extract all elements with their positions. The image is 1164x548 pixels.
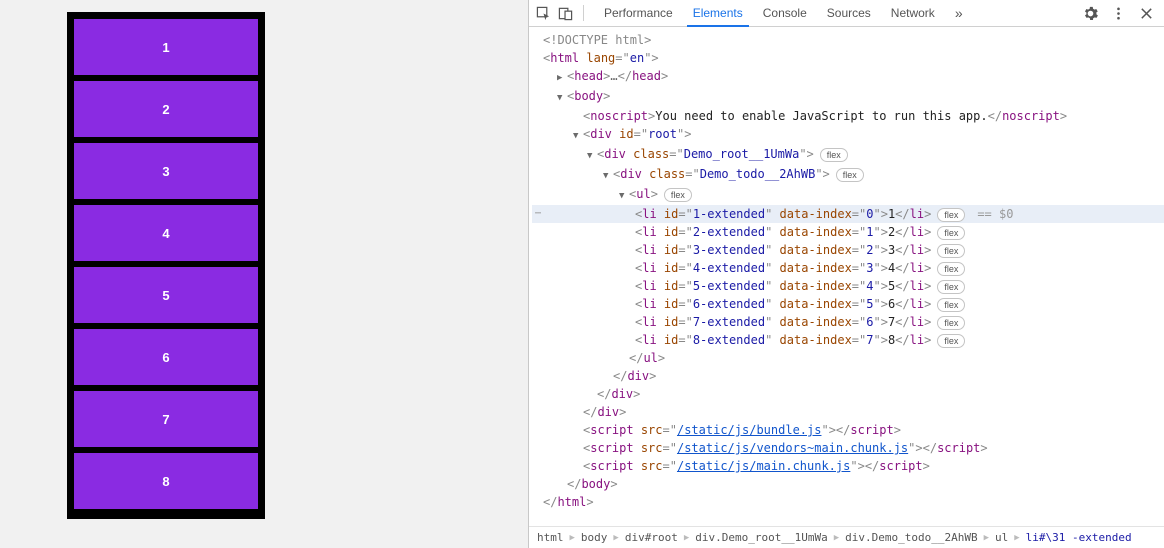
dom-html-open[interactable]: <html lang="en"> (533, 49, 1164, 67)
dom-script[interactable]: <script src="/static/js/bundle.js"></scr… (533, 421, 1164, 439)
dom-body-open[interactable]: <body> (533, 87, 1164, 107)
dom-li[interactable]: ⋯<li id="1-extended" data-index="0">1</l… (533, 205, 1164, 223)
devtools-toolbar: Performance Elements Console Sources Net… (529, 0, 1164, 27)
crumb[interactable]: div.Demo_root__1UmWa (695, 531, 827, 544)
dom-demo-todo[interactable]: <div class="Demo_todo__2AhWB">flex (533, 165, 1164, 185)
dom-div-close[interactable]: </div> (533, 385, 1164, 403)
dom-div-close[interactable]: </div> (533, 403, 1164, 421)
tab-network[interactable]: Network (881, 0, 945, 26)
chevron-right-icon: ▶ (684, 533, 689, 543)
dom-head[interactable]: <head>…</head> (533, 67, 1164, 87)
flex-pill: flex (937, 226, 965, 240)
crumb[interactable]: body (581, 531, 608, 544)
toggle-icon[interactable] (557, 67, 567, 87)
flex-pill: flex (937, 280, 965, 294)
row-actions-icon[interactable]: ⋯ (532, 205, 544, 223)
toolbar-right-icons (1082, 5, 1158, 21)
tab-console[interactable]: Console (753, 0, 817, 26)
dom-script[interactable]: <script src="/static/js/vendors~main.chu… (533, 439, 1164, 457)
crumb[interactable]: div#root (625, 531, 678, 544)
dom-li[interactable]: <li id="2-extended" data-index="1">2</li… (533, 223, 1164, 241)
todo-item[interactable]: 3 (74, 143, 258, 199)
chevron-right-icon: ▶ (613, 533, 618, 543)
dom-li[interactable]: <li id="3-extended" data-index="2">3</li… (533, 241, 1164, 259)
crumb[interactable]: div.Demo_todo__2AhWB (845, 531, 977, 544)
elements-tree[interactable]: <!DOCTYPE html> <html lang="en"> <head>…… (529, 27, 1164, 526)
todo-item[interactable]: 8 (74, 453, 258, 509)
dom-li[interactable]: <li id="7-extended" data-index="6">7</li… (533, 313, 1164, 331)
dom-root-div[interactable]: <div id="root"> (533, 125, 1164, 145)
selected-node-hint: == $0 (977, 207, 1013, 221)
toggle-icon[interactable] (557, 87, 567, 107)
flex-pill: flex (937, 298, 965, 312)
dom-li[interactable]: <li id="6-extended" data-index="5">6</li… (533, 295, 1164, 313)
tab-more[interactable]: » (945, 0, 973, 26)
flex-pill: flex (937, 262, 965, 276)
todo-list: 1 2 3 4 5 6 7 8 (67, 12, 265, 519)
chevron-right-icon: ▶ (834, 533, 839, 543)
gear-icon[interactable] (1082, 5, 1098, 21)
todo-item[interactable]: 4 (74, 205, 258, 261)
crumb[interactable]: ul (995, 531, 1008, 544)
flex-pill: flex (664, 188, 692, 202)
close-icon[interactable] (1138, 5, 1154, 21)
toggle-icon[interactable] (573, 125, 583, 145)
dom-body-close[interactable]: </body> (533, 475, 1164, 493)
flex-pill: flex (937, 244, 965, 258)
tab-elements[interactable]: Elements (683, 0, 753, 26)
elements-breadcrumb[interactable]: html ▶ body ▶ div#root ▶ div.Demo_root__… (529, 526, 1164, 548)
todo-item[interactable]: 5 (74, 267, 258, 323)
devtools-tabs: Performance Elements Console Sources Net… (594, 0, 973, 26)
chevron-right-icon: ▶ (570, 533, 575, 543)
dom-div-close[interactable]: </div> (533, 367, 1164, 385)
flex-pill: flex (937, 334, 965, 348)
crumb[interactable]: html (537, 531, 564, 544)
dom-html-close[interactable]: </html> (533, 493, 1164, 511)
toggle-icon[interactable] (587, 145, 597, 165)
dom-li[interactable]: <li id="8-extended" data-index="7">8</li… (533, 331, 1164, 349)
tab-performance[interactable]: Performance (594, 0, 683, 26)
inspect-icon[interactable] (535, 5, 551, 21)
kebab-menu-icon[interactable] (1110, 5, 1126, 21)
flex-pill: flex (820, 148, 848, 162)
todo-item[interactable]: 1 (74, 19, 258, 75)
flex-pill: flex (937, 316, 965, 330)
flex-pill: flex (937, 208, 965, 222)
devtools-body: <!DOCTYPE html> <html lang="en"> <head>…… (529, 27, 1164, 548)
toggle-icon[interactable] (603, 165, 613, 185)
chevron-right-icon: ▶ (984, 533, 989, 543)
flex-pill: flex (836, 168, 864, 182)
dom-li[interactable]: <li id="5-extended" data-index="4">5</li… (533, 277, 1164, 295)
devtools-panel: Performance Elements Console Sources Net… (528, 0, 1164, 548)
todo-item[interactable]: 2 (74, 81, 258, 137)
chevron-right-icon: ▶ (1014, 533, 1019, 543)
crumb[interactable]: li#\31 -extended (1026, 531, 1132, 544)
todo-item[interactable]: 7 (74, 391, 258, 447)
toggle-icon[interactable] (619, 185, 629, 205)
dom-ul-open[interactable]: <ul>flex (533, 185, 1164, 205)
dom-noscript[interactable]: <noscript>You need to enable JavaScript … (533, 107, 1164, 125)
dom-doctype[interactable]: <!DOCTYPE html> (533, 31, 1164, 49)
toolbar-separator (583, 5, 584, 21)
dom-li[interactable]: <li id="4-extended" data-index="3">4</li… (533, 259, 1164, 277)
device-toggle-icon[interactable] (557, 5, 573, 21)
tab-sources[interactable]: Sources (817, 0, 881, 26)
app-preview-pane: 1 2 3 4 5 6 7 8 (0, 0, 528, 548)
todo-item[interactable]: 6 (74, 329, 258, 385)
dom-script[interactable]: <script src="/static/js/main.chunk.js"><… (533, 457, 1164, 475)
dom-ul-close[interactable]: </ul> (533, 349, 1164, 367)
dom-demo-root[interactable]: <div class="Demo_root__1UmWa">flex (533, 145, 1164, 165)
